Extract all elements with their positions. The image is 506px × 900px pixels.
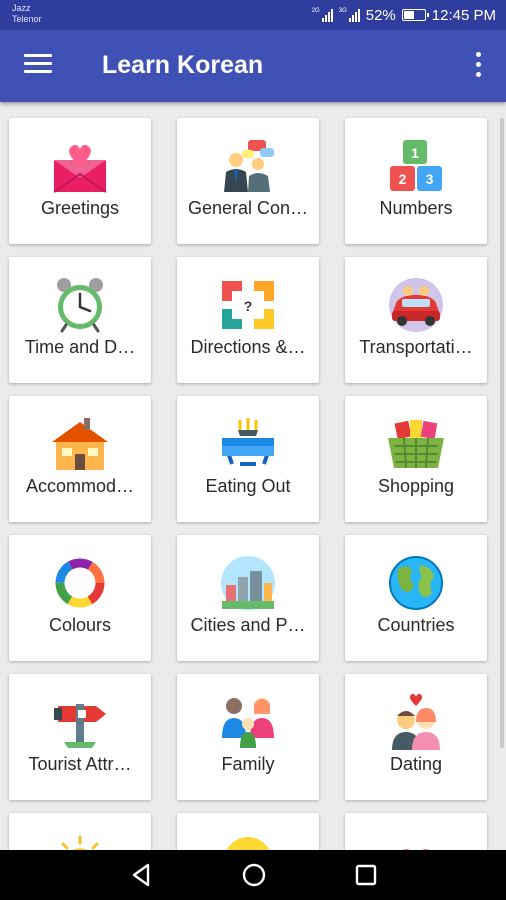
carrier-1: Jazz	[12, 3, 31, 13]
clock: 12:45 PM	[431, 6, 496, 24]
conversation-icon	[218, 138, 278, 194]
category-label: Greetings	[40, 198, 120, 218]
category-card[interactable]: Tourist Attr…	[9, 674, 151, 800]
category-card[interactable]: Colours	[9, 535, 151, 661]
globe-icon	[386, 555, 446, 611]
category-card[interactable]: General Con…	[177, 118, 319, 244]
category-label: Time and D…	[24, 337, 136, 357]
category-card[interactable]: Accommod…	[9, 396, 151, 522]
category-label: Tourist Attr…	[28, 754, 132, 774]
category-card[interactable]: 1 2 3 Numbers	[345, 118, 487, 244]
battery-percent: 52%	[365, 6, 396, 24]
sim-1-network-tag: 2G	[311, 8, 320, 14]
color-wheel-icon	[50, 555, 110, 611]
category-card[interactable]: Transportati…	[345, 257, 487, 383]
envelope-heart-icon	[50, 138, 110, 194]
category-card[interactable]	[177, 813, 319, 850]
carrier-names: Jazz Telenor	[12, 3, 42, 25]
category-label: Accommod…	[25, 476, 135, 496]
category-card[interactable]	[9, 813, 151, 850]
scrollbar[interactable]	[500, 118, 504, 748]
car-icon	[386, 277, 446, 333]
signpost-icon	[50, 694, 110, 750]
svg-text:?: ?	[244, 298, 253, 314]
category-label: Family	[221, 754, 275, 774]
category-label: Shopping	[377, 476, 455, 496]
category-label: Dating	[389, 754, 443, 774]
family-icon	[218, 694, 278, 750]
couple-icon	[386, 693, 446, 750]
dining-table-icon	[218, 416, 278, 472]
navigation-bar	[0, 850, 506, 900]
carrier-2: Telenor	[12, 14, 42, 24]
category-label: Colours	[48, 615, 112, 635]
directions-arrows-icon: ?	[218, 277, 278, 333]
signal-icon: 2G	[312, 8, 333, 22]
app-title: Learn Korean	[102, 51, 264, 79]
shopping-basket-icon	[386, 416, 446, 472]
recents-square-icon[interactable]	[352, 862, 380, 888]
smiley-icon	[218, 833, 278, 850]
category-label: Directions &…	[190, 337, 306, 357]
category-card[interactable]: Cities and P…	[177, 535, 319, 661]
battery-icon	[401, 9, 429, 21]
category-card[interactable]: Dating	[345, 674, 487, 800]
lips-icon	[386, 833, 446, 850]
category-label: General Con…	[187, 198, 309, 218]
app-bar: Learn Korean	[0, 30, 506, 102]
category-card[interactable]: Shopping	[345, 396, 487, 522]
category-card[interactable]: Family	[177, 674, 319, 800]
number-blocks-icon: 12 3	[386, 138, 446, 194]
category-grid[interactable]: Greetings General Con… 1 2 3 Numbers Time and …	[0, 102, 506, 850]
category-label: Numbers	[379, 198, 453, 218]
svg-text:1: 1	[411, 145, 419, 161]
category-label: Transportati…	[359, 337, 473, 357]
sim-2-network-tag: 3G	[338, 8, 347, 14]
alarm-clock-icon	[50, 277, 110, 333]
category-card[interactable]: ? Directions &…	[177, 257, 319, 383]
category-label: Countries	[377, 615, 455, 635]
svg-text:3: 3	[426, 171, 434, 187]
sun-icon	[50, 833, 110, 850]
category-label: Eating Out	[205, 476, 291, 496]
house-icon	[50, 416, 110, 472]
hamburger-menu-icon[interactable]	[24, 54, 52, 76]
status-bar: Jazz Telenor 2G 3G 52% 12:45 PM	[0, 0, 506, 30]
category-label: Cities and P…	[190, 615, 306, 635]
city-icon	[218, 555, 278, 611]
category-card[interactable]: Eating Out	[177, 396, 319, 522]
svg-text:2: 2	[399, 171, 407, 187]
category-card[interactable]: Greetings	[9, 118, 151, 244]
home-circle-icon[interactable]	[240, 862, 268, 888]
more-vert-icon[interactable]	[472, 52, 484, 80]
category-card[interactable]	[345, 813, 487, 850]
category-card[interactable]: Countries	[345, 535, 487, 661]
category-card[interactable]: Time and D…	[9, 257, 151, 383]
signal-icon: 3G	[339, 8, 360, 22]
back-triangle-icon[interactable]	[128, 862, 156, 888]
